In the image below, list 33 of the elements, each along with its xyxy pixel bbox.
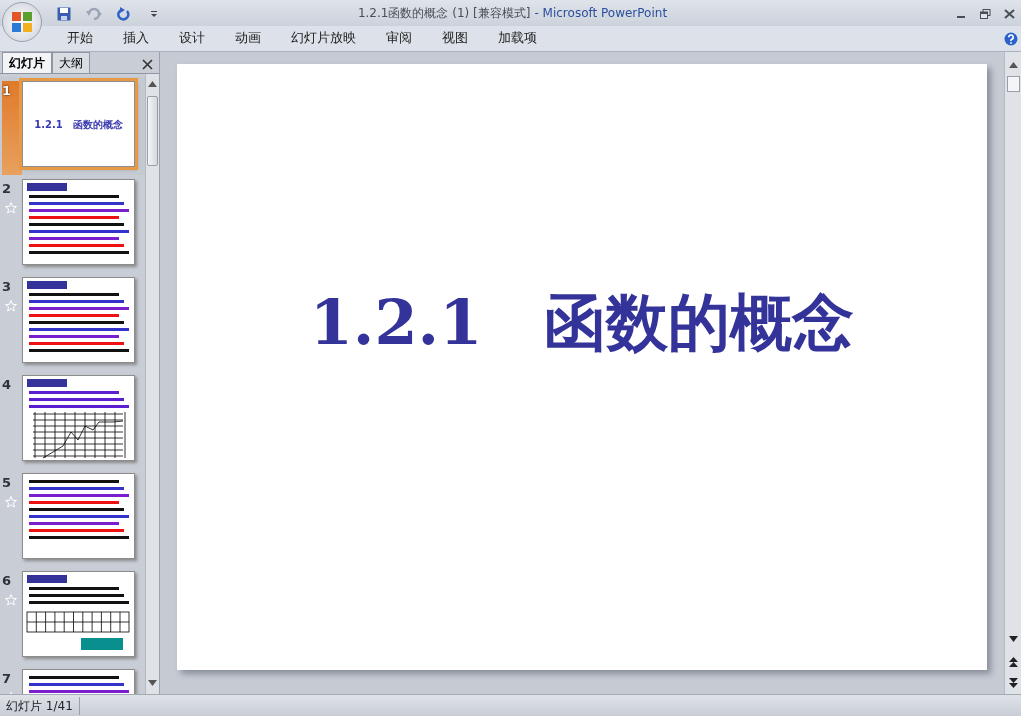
ribbon-tab[interactable]: 设计 [164,29,220,48]
office-logo [10,10,34,34]
thumbnail-title: 1.2.1 函数的概念 [34,117,123,132]
ribbon-tab[interactable]: 加载项 [483,29,552,48]
ribbon-tab[interactable]: 插入 [108,29,164,48]
ribbon-tab[interactable]: 审阅 [371,29,427,48]
formula-box [81,638,123,650]
slide-number: 6 [2,572,13,590]
slide-thumbnail[interactable] [22,179,135,265]
slide-number: 3 [2,278,13,296]
app-name: - Microsoft PowerPoint [534,5,668,22]
pane-tab[interactable]: 大纲 [52,52,90,73]
slide-number: 7 [2,670,13,688]
scrollbar-thumb[interactable] [147,96,158,166]
slide-number: 5 [2,474,13,492]
slide-number: 4 [2,376,13,394]
slide-counter: 幻灯片 1/41 [0,696,80,715]
slide-thumbnail[interactable] [22,277,135,363]
scrollbar-thumb[interactable] [1006,76,1020,92]
slide-thumbnail[interactable] [22,571,135,657]
slide-thumbnail[interactable]: 1.2.1 函数的概念 [22,81,135,167]
slide-thumbnail[interactable] [22,473,135,559]
slide-title: 1.2.1 函数的概念 [309,284,855,361]
slide-number: 2 [2,180,13,198]
office-button[interactable] [2,2,42,42]
ribbon-tab[interactable]: 动画 [220,29,276,48]
ribbon-tab[interactable]: 幻灯片放映 [276,29,371,48]
slide-thumbnail[interactable] [22,375,135,461]
ribbon-tab[interactable]: 视图 [427,29,483,48]
slide-number: 1 [2,82,13,100]
ribbon-tab[interactable]: 开始 [52,29,108,48]
window-title: 1.2.1函数的概念 (1) [兼容模式] [357,5,531,22]
pane-tab[interactable]: 幻灯片 [2,52,52,73]
